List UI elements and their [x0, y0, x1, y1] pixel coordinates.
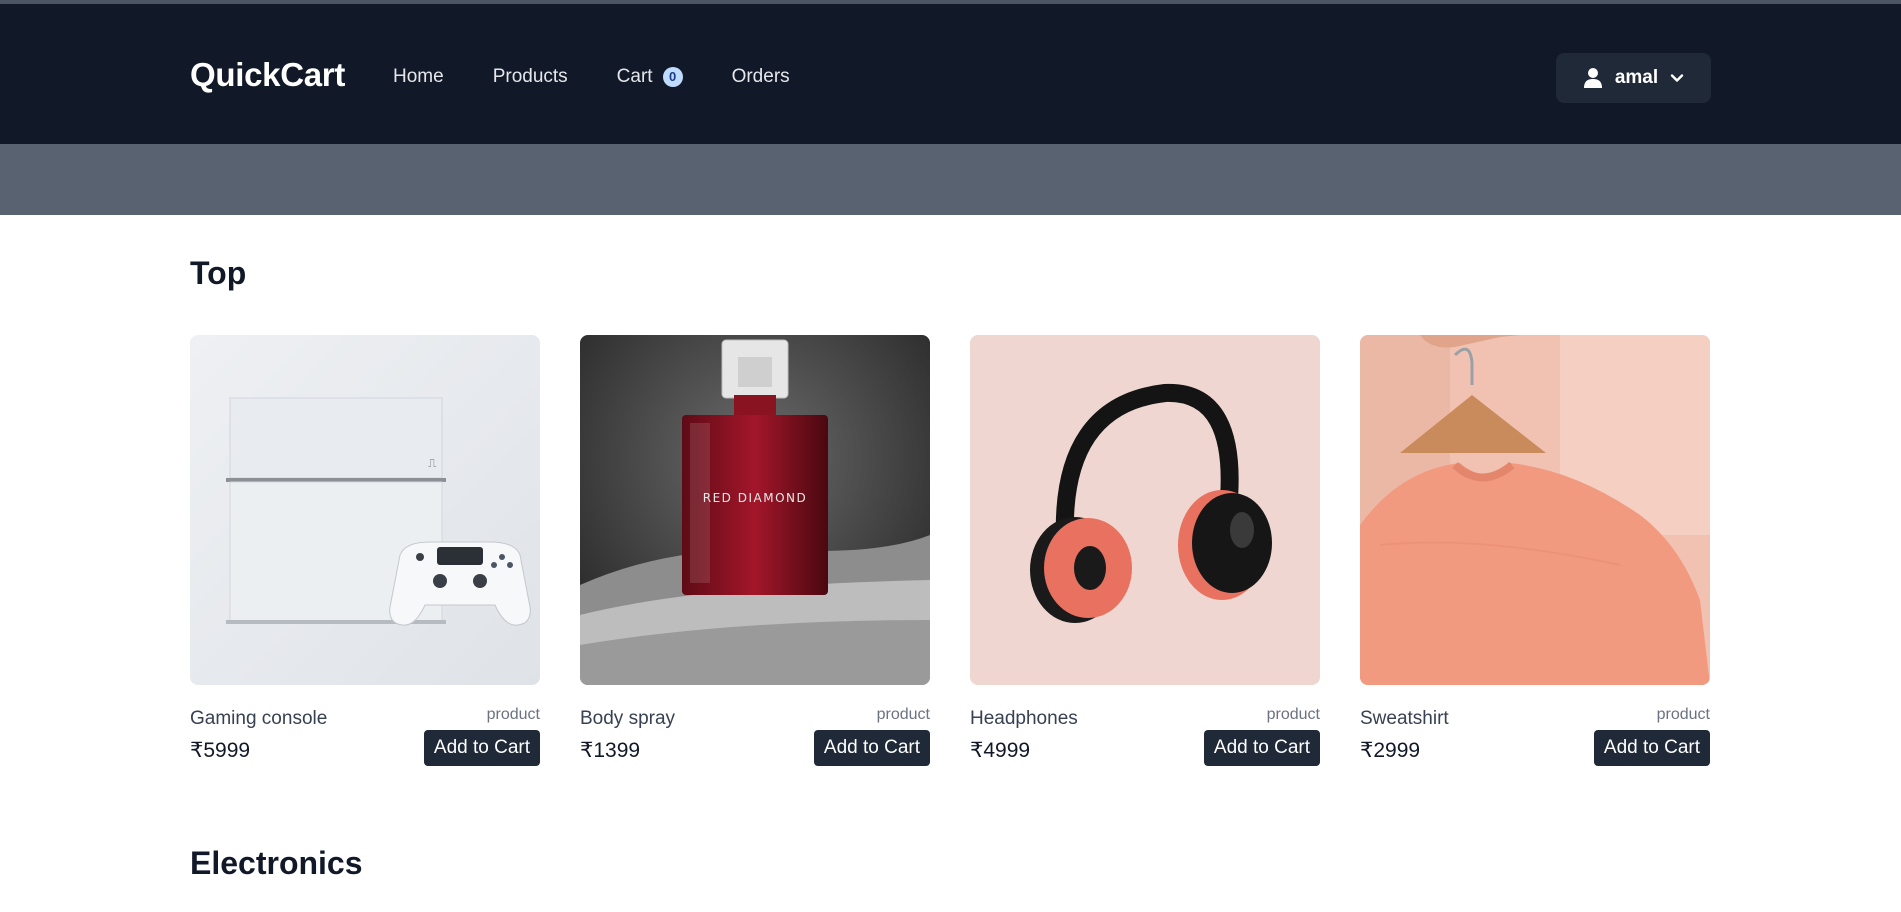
chevron-down-icon — [1670, 74, 1684, 82]
brand-logo[interactable]: QuickCart — [190, 56, 345, 94]
cart-count-badge: 0 — [662, 67, 683, 87]
section-title-top: Top — [190, 255, 247, 291]
main-nav: Home Products Cart 0 Orders — [393, 66, 839, 88]
product-price: ₹4999 — [970, 739, 1031, 762]
add-to-cart-button[interactable]: Add to Cart — [813, 730, 930, 766]
product-name[interactable]: Sweatshirt — [1360, 708, 1449, 730]
hero-banner — [0, 144, 1901, 215]
nav-home[interactable]: Home — [393, 66, 444, 88]
perfume-label-text: RED DIAMOND — [703, 491, 807, 505]
product-price: ₹2999 — [1360, 739, 1421, 762]
user-menu-button[interactable]: amal — [1556, 53, 1711, 103]
product-card: Headphones product ₹4999 Add to Cart — [970, 335, 1320, 766]
perfume-bottle-image[interactable]: RED DIAMOND — [580, 335, 930, 685]
add-to-cart-button[interactable]: Add to Cart — [1593, 730, 1710, 766]
headphones-image[interactable] — [970, 335, 1320, 685]
add-to-cart-button[interactable]: Add to Cart — [423, 730, 540, 766]
product-card: RED DIAMOND Body spray product ₹1399 Add… — [580, 335, 930, 766]
nav-products[interactable]: Products — [493, 66, 568, 88]
section-title-electronics: Electronics — [190, 845, 363, 881]
sweatshirt-image[interactable] — [1360, 335, 1710, 685]
product-category: product — [486, 706, 540, 723]
add-to-cart-button[interactable]: Add to Cart — [1203, 730, 1320, 766]
user-name: amal — [1614, 67, 1659, 88]
nav-orders[interactable]: Orders — [732, 66, 790, 88]
product-category: product — [1656, 706, 1710, 723]
product-card: ⎍ Gaming console product ₹5999 Add to Ca… — [190, 335, 540, 766]
product-name[interactable]: Body spray — [580, 708, 675, 730]
product-price: ₹5999 — [190, 739, 251, 762]
nav-cart[interactable]: Cart 0 — [617, 66, 683, 88]
svg-text:⎍: ⎍ — [428, 456, 437, 470]
product-category: product — [1266, 706, 1320, 723]
product-price: ₹1399 — [580, 739, 641, 762]
nav-cart-label: Cart — [616, 66, 653, 87]
product-card: Sweatshirt product ₹2999 Add to Cart — [1360, 335, 1710, 766]
product-name[interactable]: Headphones — [970, 708, 1078, 730]
user-icon — [1583, 68, 1602, 88]
game-console-image[interactable]: ⎍ — [190, 335, 540, 685]
navbar: QuickCart Home Products Cart 0 Orders am… — [0, 4, 1901, 144]
product-name[interactable]: Gaming console — [190, 708, 327, 730]
product-category: product — [876, 706, 930, 723]
